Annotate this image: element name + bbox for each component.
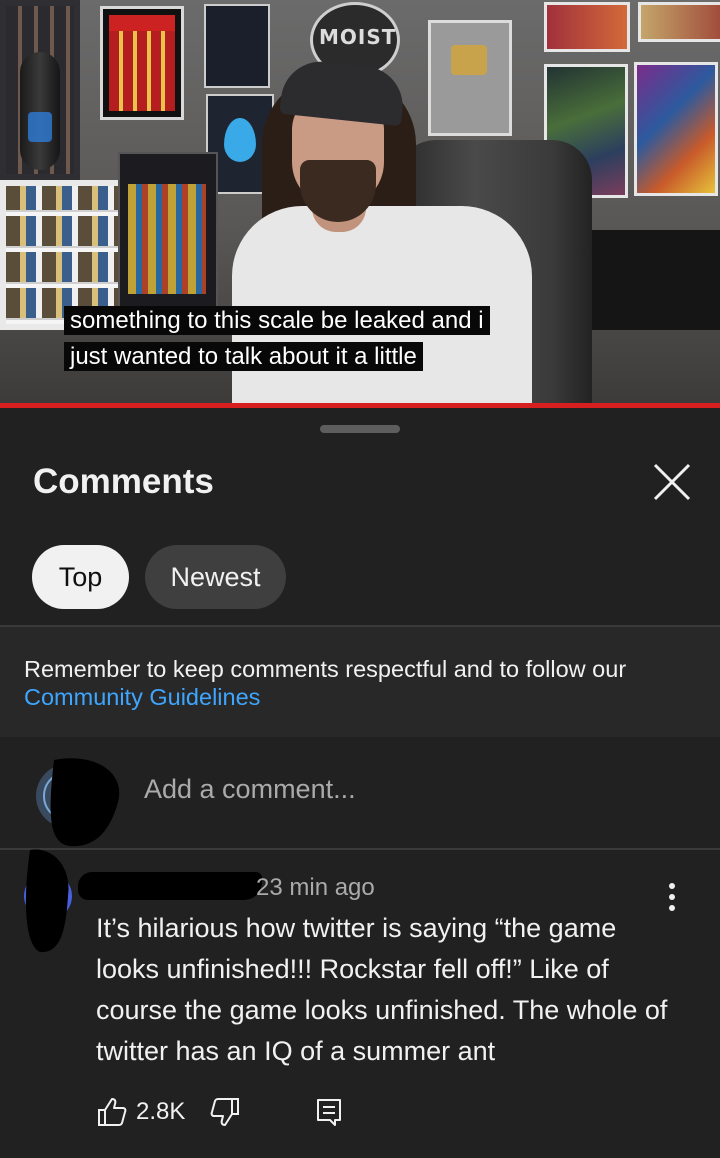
like-icon	[98, 1098, 127, 1126]
community-guidelines-link[interactable]: Community Guidelines	[24, 684, 260, 710]
poster	[638, 2, 720, 42]
award-plaque	[428, 20, 512, 136]
like-button[interactable]	[96, 1096, 128, 1128]
comment-body: It’s hilarious how twitter is saying “th…	[96, 913, 668, 1066]
poster	[544, 2, 630, 52]
poster	[634, 62, 718, 196]
display-cabinet	[118, 152, 218, 312]
comment-timestamp: 23 min ago	[256, 874, 375, 901]
notice-text: Remember to keep comments respectful and…	[24, 655, 704, 711]
dislike-icon	[210, 1098, 240, 1126]
video-caption: something to this scale be leaked and i …	[64, 303, 544, 375]
comment-actions: 2.8K	[96, 1092, 345, 1132]
avatar-image	[36, 758, 120, 847]
drag-handle[interactable]	[320, 425, 400, 433]
framed-art	[204, 4, 270, 88]
framed-poster	[100, 6, 184, 120]
reply-icon	[317, 1099, 342, 1126]
chip-newest[interactable]: Newest	[145, 545, 286, 609]
sheet-title: Comments	[33, 462, 214, 501]
comments-sheet: Comments Top Newest Remember to keep com…	[0, 408, 720, 1158]
avatar-image	[24, 849, 72, 953]
dislike-button[interactable]	[209, 1096, 241, 1128]
notice-message: Remember to keep comments respectful and…	[24, 656, 627, 682]
divider	[0, 848, 720, 850]
close-button[interactable]	[646, 456, 698, 508]
like-count: 2.8K	[136, 1098, 186, 1125]
user-avatar	[34, 752, 120, 848]
video-player[interactable]: something to this scale be leaked and i …	[0, 0, 720, 405]
guidelines-notice: Remember to keep comments respectful and…	[0, 627, 720, 737]
caption-line-1: something to this scale be leaked and i	[64, 306, 490, 335]
chip-top[interactable]: Top	[32, 545, 129, 609]
reply-button[interactable]	[313, 1096, 345, 1128]
commenter-avatar[interactable]	[22, 846, 78, 956]
desk	[580, 230, 720, 330]
redacted-username	[78, 872, 262, 900]
caption-line-2: just wanted to talk about it a little	[64, 342, 423, 371]
close-icon	[653, 463, 691, 501]
add-comment-input[interactable]: Add a comment...	[144, 774, 356, 805]
microphone	[20, 52, 60, 170]
